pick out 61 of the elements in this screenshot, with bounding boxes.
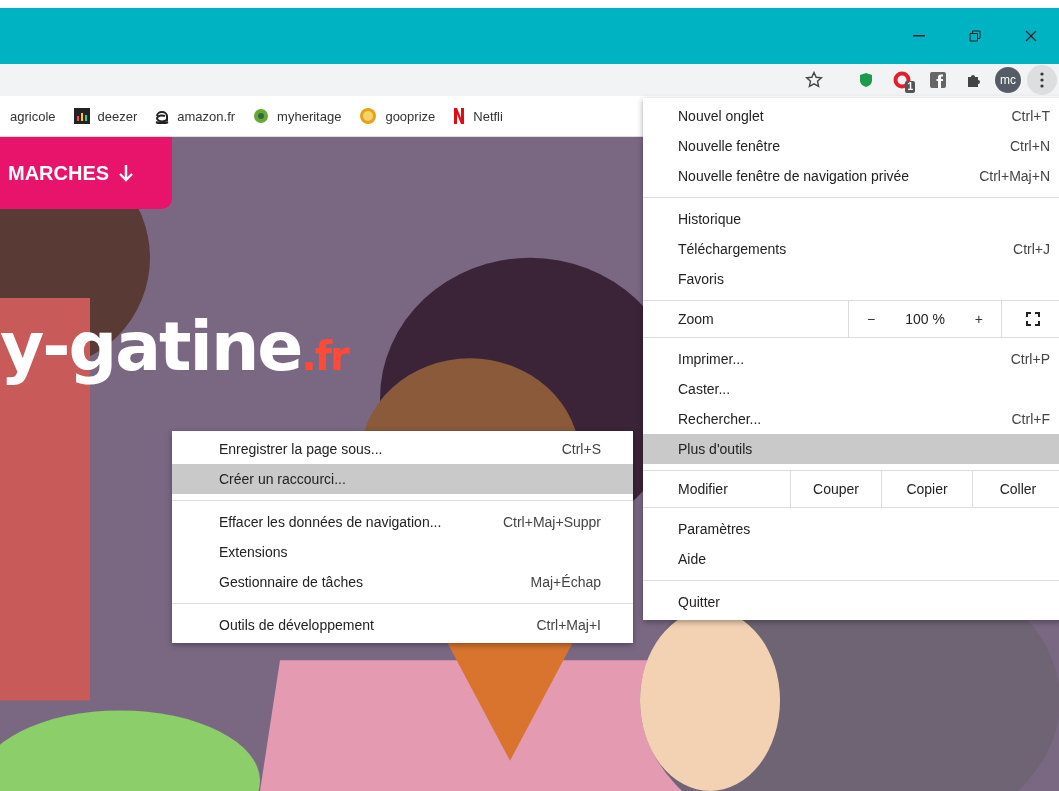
vertical-dots-icon xyxy=(1040,72,1044,88)
shortcut-text: Ctrl+Maj+Suppr xyxy=(502,514,601,530)
menu-item[interactable]: Imprimer... Ctrl+P xyxy=(643,344,1059,374)
menu-item[interactable]: Outils de développement Ctrl+Maj+I xyxy=(172,610,633,640)
bookmark-link[interactable]: Netfli xyxy=(453,107,503,125)
shortcut-text: Ctrl+Maj+N xyxy=(979,168,1050,184)
equalizer-icon xyxy=(73,108,90,124)
letter-n-icon xyxy=(453,107,466,125)
count-badge: 1 xyxy=(905,81,915,93)
menu-button[interactable] xyxy=(1027,65,1057,95)
star-icon xyxy=(805,71,823,89)
menu-item[interactable]: Caster... xyxy=(643,374,1059,404)
zoom-out-button[interactable]: − xyxy=(861,309,882,329)
bookmark-link[interactable]: myheritage xyxy=(253,108,342,124)
profile-avatar[interactable]: mc xyxy=(995,67,1021,93)
down-arrow-icon xyxy=(119,164,134,182)
menu-item[interactable]: Effacer les données de navigation... Ctrl+Maj+Suppr xyxy=(172,507,633,537)
letter-o-icon xyxy=(893,71,911,89)
menu-item[interactable]: Enregistrer la page sous... Ctrl+S xyxy=(172,434,633,464)
letter-f-icon xyxy=(930,72,946,88)
menu-item[interactable]: Nouvelle fenêtre de navigation privée Ctrl+Maj+N xyxy=(643,161,1059,191)
coin-icon xyxy=(359,107,378,125)
shortcut-text: Ctrl+J xyxy=(1013,241,1050,257)
shortcut-text: Ctrl+Maj+I xyxy=(536,617,601,633)
menu-item[interactable]: Téléchargements Ctrl+J xyxy=(643,234,1059,264)
shield-icon xyxy=(858,72,874,88)
menu-item[interactable]: Favoris xyxy=(643,264,1059,294)
menu-item[interactable]: Gestionnaire de tâches Maj+Échap xyxy=(172,567,633,597)
tree-icon xyxy=(253,108,270,124)
bookmark-link[interactable]: gooprize xyxy=(359,107,436,125)
edit-label: Modifier xyxy=(677,480,729,499)
fullscreen-icon xyxy=(1026,312,1040,326)
shortcut-text: Ctrl+T xyxy=(1011,108,1050,124)
shortcut-text: Ctrl+P xyxy=(1010,351,1050,367)
menu-item[interactable]: Créer un raccourci... xyxy=(172,464,633,494)
menu-item[interactable]: Extensions xyxy=(172,537,633,567)
shortcut-text: Ctrl+N xyxy=(1009,138,1050,154)
bookmark-link[interactable]: amazon.fr xyxy=(155,108,236,124)
menu-item[interactable]: Quitter xyxy=(643,587,1059,617)
menu-item[interactable]: Historique xyxy=(643,204,1059,234)
shortcut-text: Ctrl+F xyxy=(1011,411,1050,427)
bookmark-link[interactable]: deezer xyxy=(73,108,138,124)
minimize-icon xyxy=(913,35,925,37)
menu-item[interactable]: Nouvelle fenêtre Ctrl+N xyxy=(643,131,1059,161)
zoom-in-button[interactable]: + xyxy=(968,309,989,329)
shortcut-text: Ctrl+S xyxy=(561,441,601,457)
shortcut-text: Maj+Échap xyxy=(530,574,601,590)
zoom-level-text: 100 % xyxy=(905,311,945,327)
puzzle-icon xyxy=(966,72,982,88)
extension-button[interactable]: 1 xyxy=(887,65,917,95)
close-icon xyxy=(1025,30,1037,42)
bookmark-link[interactable]: agricole xyxy=(10,108,56,124)
menu-item[interactable]: Nouvel onglet Ctrl+T xyxy=(643,101,1059,131)
menu-item[interactable]: Paramètres xyxy=(643,514,1059,544)
menu-item[interactable]: Plus d'outils xyxy=(643,434,1059,464)
zoom-label: Zoom xyxy=(677,310,715,329)
menu-item[interactable]: Rechercher... Ctrl+F xyxy=(643,404,1059,434)
site-logo: y-gatine.fr xyxy=(0,307,348,386)
restore-icon xyxy=(969,30,981,42)
banner-button[interactable]: MARCHES xyxy=(0,137,172,209)
menu-item[interactable]: Aide xyxy=(643,544,1059,574)
